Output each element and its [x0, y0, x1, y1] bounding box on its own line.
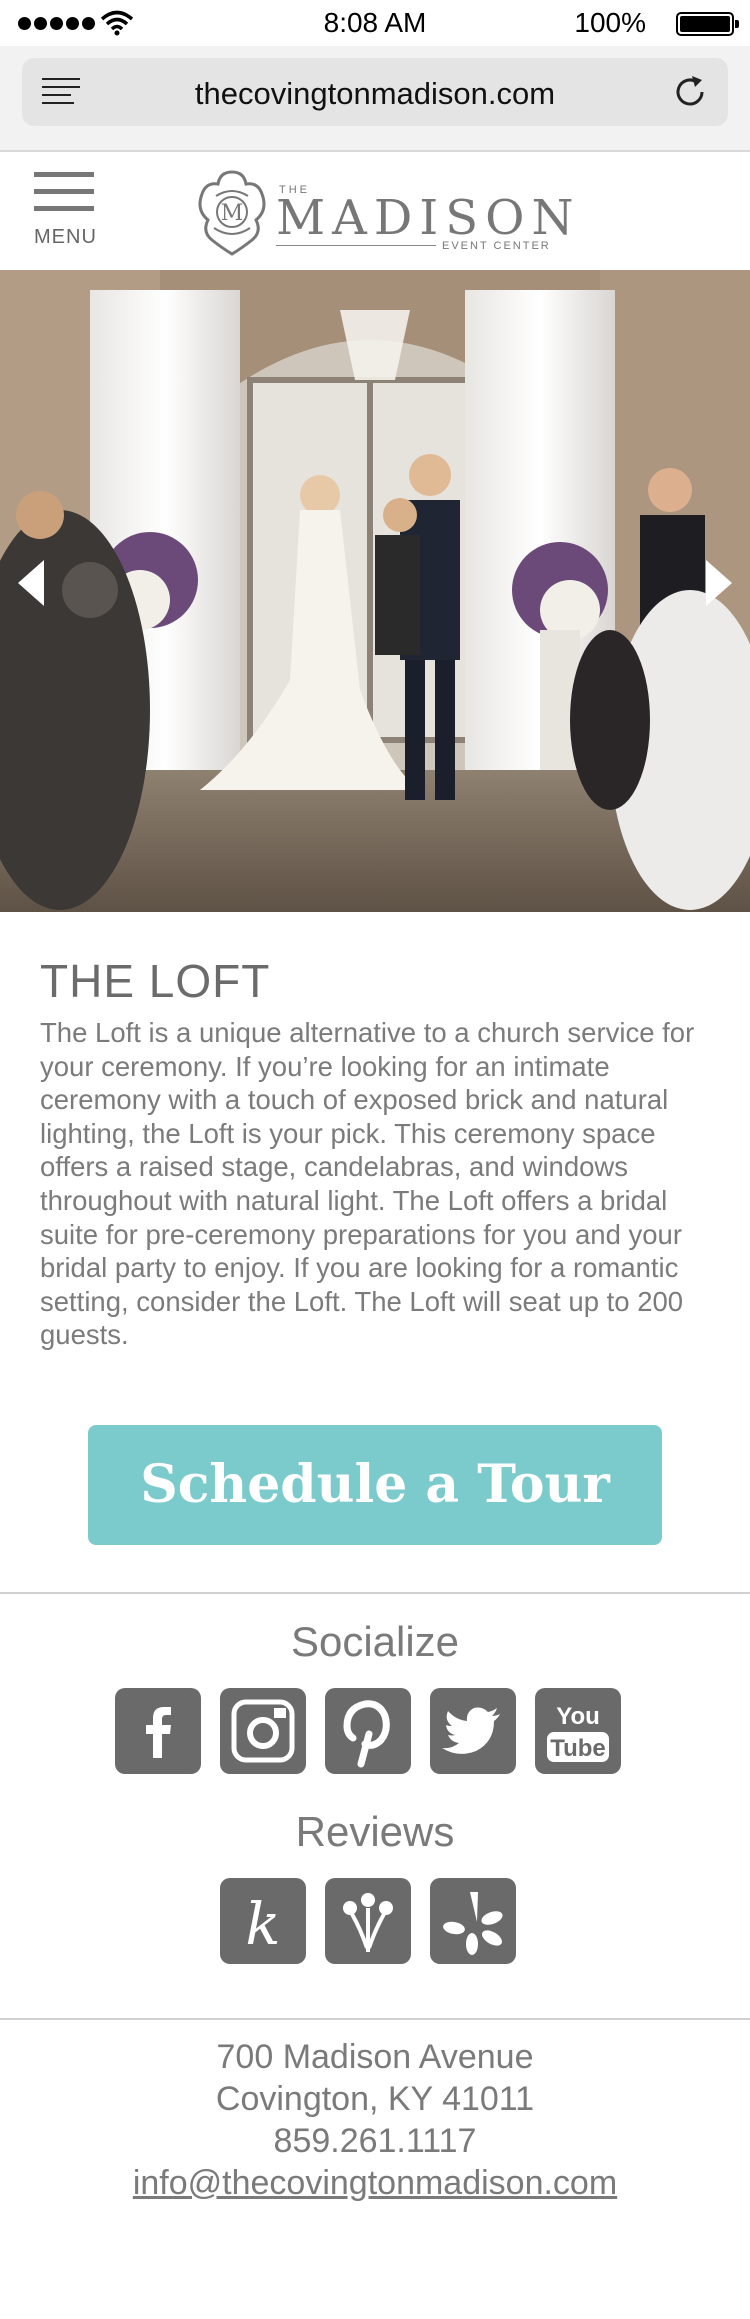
wedding-wire-icon[interactable]	[325, 1878, 411, 1964]
pinterest-icon[interactable]	[325, 1688, 411, 1774]
slideshow-prev-arrow-icon[interactable]	[18, 560, 44, 606]
twitter-icon[interactable]	[430, 1688, 516, 1774]
hamburger-icon	[34, 172, 94, 177]
divider	[0, 2018, 750, 2020]
footer-contact: 700 Madison Avenue Covington, KY 41011 8…	[0, 2036, 750, 2204]
monogram-crest-icon: M	[198, 170, 266, 256]
battery-percentage: 100%	[574, 7, 646, 38]
address-line-2: Covington, KY 41011	[215, 2080, 535, 2118]
review-links: k	[220, 1878, 516, 1964]
venue-description: The Loft is a unique alternative to a ch…	[40, 1017, 695, 1351]
svg-text:You: You	[556, 1703, 600, 1730]
reviews-heading: Reviews	[295, 1808, 455, 1855]
hero-slideshow[interactable]	[0, 270, 750, 912]
svg-text:Tube: Tube	[550, 1735, 606, 1762]
logo-underline	[276, 245, 436, 246]
status-bar: 8:08 AM 100%	[0, 0, 750, 46]
madison-logo[interactable]: M THE MADISON EVENT CENTER	[192, 166, 574, 258]
email-link[interactable]: info@thecovingtonmadison.com	[0, 2162, 750, 2204]
divider	[0, 1592, 750, 1594]
url-text[interactable]: thecovingtonmadison.com	[22, 76, 728, 112]
logo-subtitle: EVENT CENTER	[442, 240, 551, 252]
youtube-icon[interactable]: You Tube	[535, 1688, 621, 1774]
address-bar[interactable]: thecovingtonmadison.com	[22, 58, 728, 126]
instagram-icon[interactable]	[220, 1688, 306, 1774]
yelp-icon[interactable]	[430, 1878, 516, 1964]
hero-image	[0, 270, 750, 912]
the-knot-icon[interactable]: k	[220, 1878, 306, 1964]
battery-icon	[676, 12, 739, 36]
svg-text:M: M	[221, 201, 244, 226]
menu-label: MENU	[34, 226, 97, 248]
browser-toolbar: thecovingtonmadison.com	[0, 46, 750, 152]
reload-icon[interactable]	[670, 72, 710, 112]
socialize-heading: Socialize	[290, 1618, 460, 1665]
schedule-tour-button[interactable]: Schedule a Tour	[88, 1425, 662, 1545]
page-title: THE LOFT	[40, 955, 271, 1007]
slideshow-next-arrow-icon[interactable]	[706, 560, 732, 606]
svg-text:k: k	[245, 1890, 280, 1958]
phone-link[interactable]: 859.261.1117	[0, 2120, 750, 2162]
facebook-icon[interactable]	[115, 1688, 201, 1774]
logo-name: MADISON	[276, 190, 581, 246]
menu-button[interactable]: MENU	[34, 172, 98, 252]
site-header: MENU M THE MADISON EVENT CENTER	[0, 152, 750, 270]
address-line-1: 700 Madison Avenue	[216, 2038, 534, 2076]
social-links: You Tube	[115, 1688, 621, 1774]
